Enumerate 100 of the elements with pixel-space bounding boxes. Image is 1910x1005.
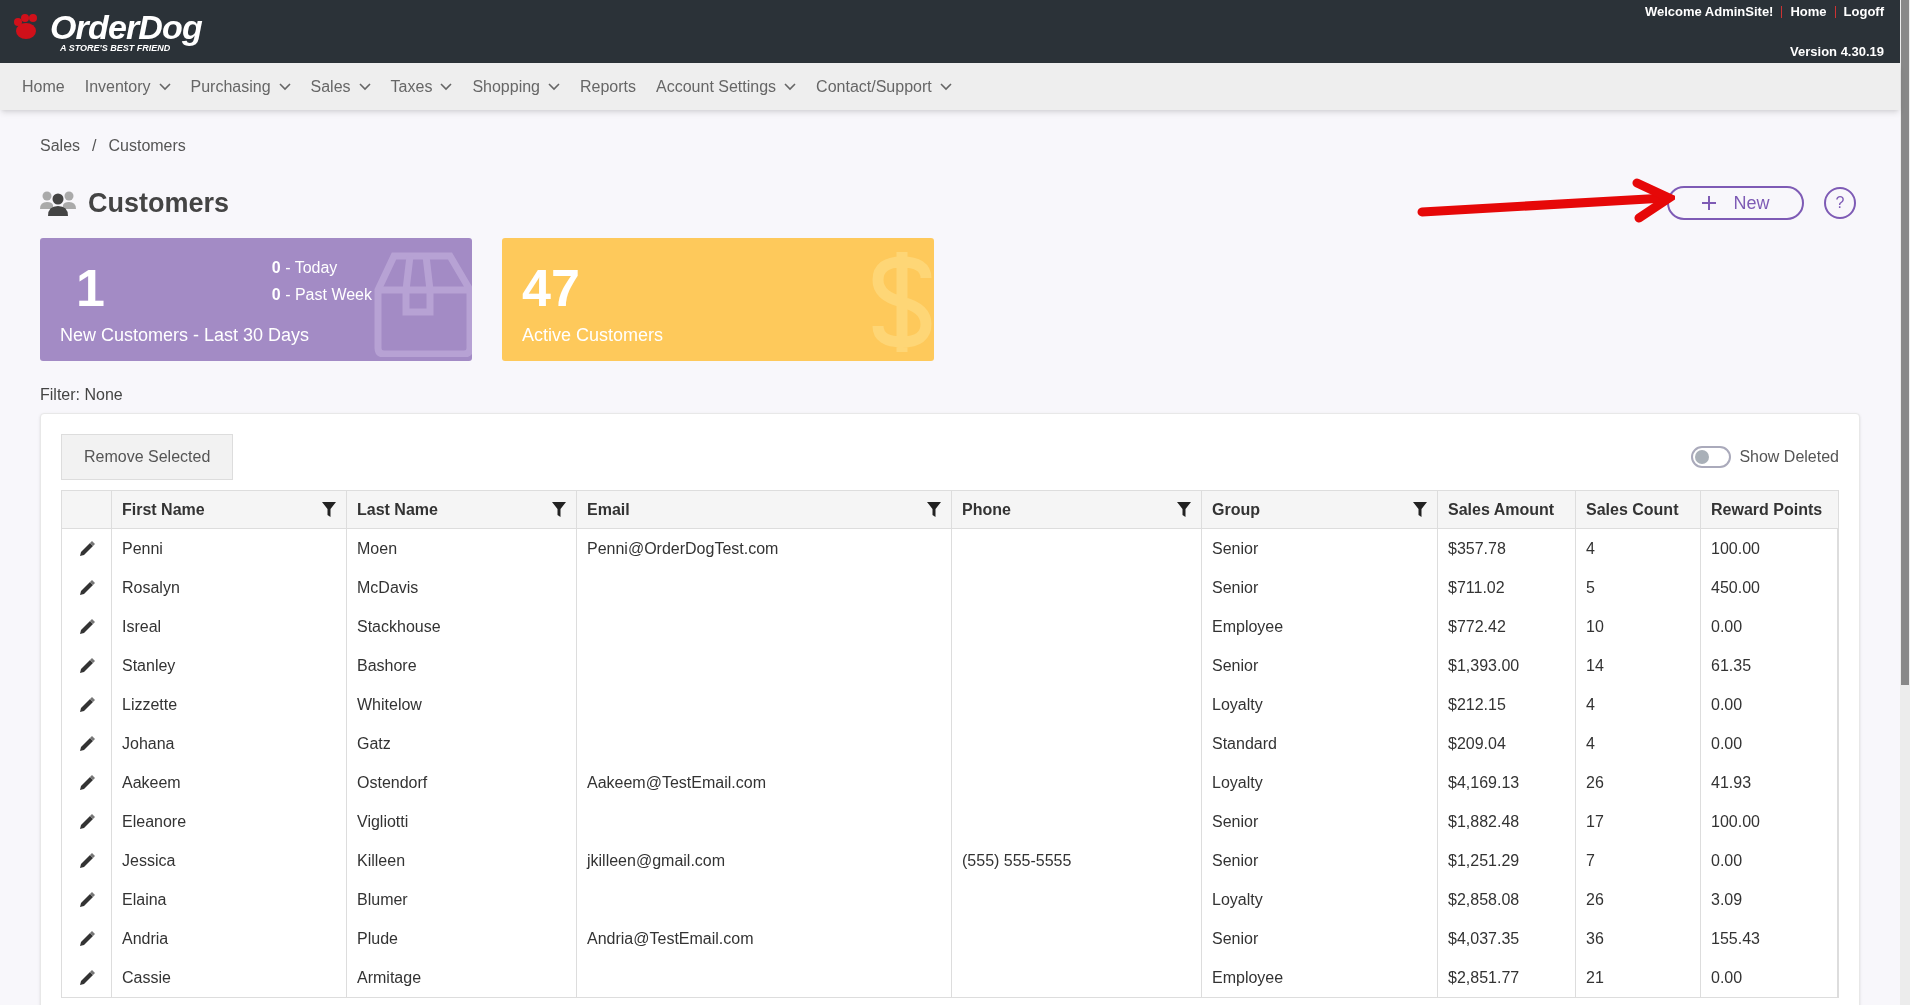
table-cell-text: Aakeem@TestEmail.com [587,772,766,793]
table-cell-text: Plude [357,928,398,949]
table-cell-text: 4 [1586,733,1595,754]
table-cell-text: 5 [1586,577,1595,598]
box-icon [372,252,472,357]
header-link[interactable]: Logoff [1843,2,1884,22]
table-cell-text: Aakeem [122,772,181,793]
table-cell-text: $4,037.35 [1448,928,1520,949]
column-header[interactable]: Phone [962,497,1011,522]
table-cell-text: Employee [1212,967,1284,988]
nav-item[interactable]: Contact/Support [816,74,952,99]
table-cell-text: 100.00 [1711,538,1760,559]
column-header[interactable]: Reward Points [1711,497,1823,522]
card-stat: 0 - Past Week [271,285,372,305]
column-header[interactable]: Email [587,497,630,522]
table-cell-text: 0.00 [1711,616,1743,637]
column-header[interactable]: Last Name [357,497,438,522]
card-label: Active Customers [522,324,665,347]
card-value: 47 [522,262,580,314]
table-cell-text: $711.02 [1448,577,1505,598]
card-label: New Customers - Last 30 Days [60,324,311,347]
table-cell-text: Jessica [122,850,176,871]
filter-text: Filter: None [40,385,124,405]
toggle-label: Show Deleted [1739,447,1839,467]
nav-item[interactable]: Shopping [472,74,560,99]
table-cell-text: 155.43 [1711,928,1760,949]
logo-text: OrderDog [50,10,202,44]
table-cell-text: 21 [1586,967,1604,988]
table-cell-text: Rosalyn [122,577,180,598]
nav-item[interactable]: Inventory [84,74,171,99]
table-cell-text: 41.93 [1711,772,1752,793]
table-cell-text: Standard [1212,733,1277,754]
header-link[interactable]: Home [1790,2,1827,22]
table-cell-text: Andria [122,928,169,949]
table-cell-text: Moen [357,538,398,559]
filter-icon[interactable] [322,501,336,518]
nav-item[interactable]: Sales [310,74,371,99]
breadcrumb-separator: / [92,136,97,156]
new-button[interactable]: New [1667,186,1804,220]
table-cell-text: Andria@TestEmail.com [587,928,754,949]
table-cell-text: 100.00 [1711,811,1760,832]
table-cell-text: 0.00 [1711,733,1743,754]
table-cell-text: Bashore [357,655,417,676]
card-stat: 0 - Today [271,258,339,278]
remove-selected-button[interactable]: Remove Selected [61,434,234,480]
table-cell-text: $1,882.48 [1448,811,1520,832]
toggle-switch[interactable] [1691,446,1732,468]
breadcrumb-link[interactable]: Customers [108,134,186,158]
filter-icon[interactable] [1177,501,1191,518]
table-cell-text: $4,169.13 [1448,772,1520,793]
table-cell-text: Loyalty [1212,694,1263,715]
page-title: Customers [88,186,230,220]
table-cell-text: Stackhouse [357,616,441,637]
help-button[interactable]: ? [1824,187,1856,219]
table-cell-text: Eleanore [122,811,187,832]
nav-item[interactable]: Taxes [390,74,453,99]
nav-item[interactable]: Account Settings [656,74,797,99]
filter-icon[interactable] [552,501,566,518]
nav-item[interactable]: Home [22,74,65,99]
table-cell-text: Elaina [122,889,167,910]
table-cell-text: 0.00 [1711,967,1743,988]
column-header[interactable]: Group [1212,497,1260,522]
filter-icon[interactable] [927,501,941,518]
table-cell-text: Senior [1212,538,1259,559]
table-cell-text: Senior [1212,811,1259,832]
table-cell-text: Cassie [122,967,171,988]
table-cell-text: $1,393.00 [1448,655,1520,676]
table-cell-text: Employee [1212,616,1284,637]
table-cell-text: Blumer [357,889,408,910]
table-cell-text: Isreal [122,616,162,637]
breadcrumb-link[interactable]: Sales [40,134,81,158]
table-cell-text: $1,251.29 [1448,850,1520,871]
column-header[interactable]: Sales Amount [1448,497,1555,522]
table-cell-text: $2,858.08 [1448,889,1520,910]
filter-icon[interactable] [1413,501,1427,518]
table-cell-text: 0.00 [1711,850,1743,871]
table-cell-text: 14 [1586,655,1604,676]
table-cell-text: 7 [1586,850,1595,871]
table-cell-text: Senior [1212,577,1259,598]
card-value: 1 [75,262,105,314]
column-header[interactable]: First Name [122,497,205,522]
table-cell-text: 26 [1586,889,1604,910]
table-cell-text: 26 [1586,772,1604,793]
table-cell-text: Senior [1212,655,1259,676]
column-header[interactable]: Sales Count [1586,497,1679,522]
table-cell-text: Killeen [357,850,406,871]
nav-item[interactable]: Purchasing [190,74,291,99]
plus-icon [1701,195,1718,211]
table-cell-text: Vigliotti [357,811,409,832]
table-cell-text: 0.00 [1711,694,1743,715]
table-cell-text: 61.35 [1711,655,1752,676]
table-cell-text: Lizzette [122,694,178,715]
table-cell-text: $212.15 [1448,694,1506,715]
table-cell-text: 10 [1586,616,1604,637]
table-cell-text: 17 [1586,811,1604,832]
table-cell-text: Penni [122,538,163,559]
table-cell-text: Stanley [122,655,176,676]
table-cell-text: Ostendorf [357,772,428,793]
table-cell-text: Whitelow [357,694,422,715]
nav-item[interactable]: Reports [580,74,637,99]
